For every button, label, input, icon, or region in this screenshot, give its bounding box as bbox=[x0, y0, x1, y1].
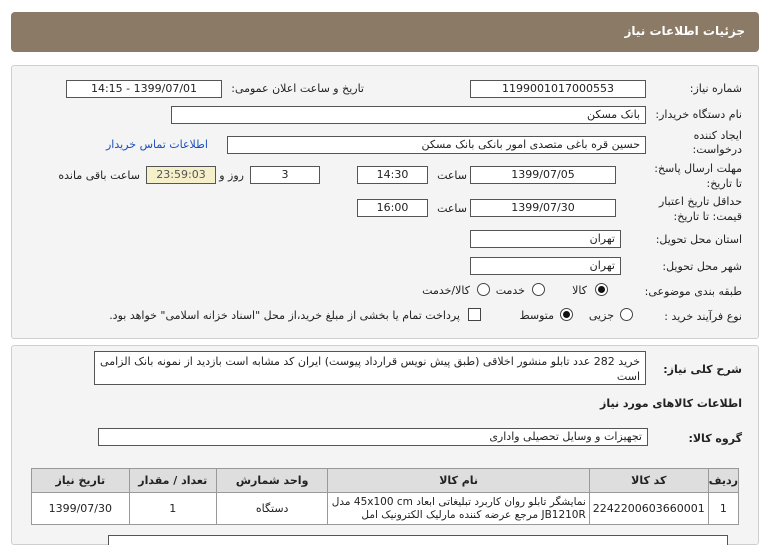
col-date: تاریخ نیاز bbox=[31, 468, 130, 493]
validity-time-label: ساعت bbox=[437, 202, 467, 215]
province-field: تهران bbox=[470, 230, 621, 248]
category-goods-radio[interactable] bbox=[595, 283, 608, 296]
category-service-radio[interactable] bbox=[532, 283, 545, 296]
page-title: جزئیات اطلاعات نیاز bbox=[624, 24, 745, 38]
category-goods-service-radio[interactable] bbox=[477, 283, 490, 296]
goods-group-label: گروه کالا: bbox=[688, 432, 742, 445]
reply-time-field: 14:30 bbox=[357, 166, 428, 184]
cell-name: نمایشگر تابلو روان کاربرد تبلیغاتی ابعاد… bbox=[327, 492, 590, 525]
remaining-time-field: 23:59:03 bbox=[146, 166, 216, 184]
goods-section-title: اطلاعات کالاهای مورد نیاز bbox=[600, 397, 742, 410]
creator-label: ایجاد کننده bbox=[693, 129, 742, 142]
col-name: نام کالا bbox=[327, 468, 590, 493]
days-field: 3 bbox=[250, 166, 320, 184]
attachments-box bbox=[108, 535, 728, 545]
price-validity-label: حداقل تاریخ اعتبار bbox=[658, 195, 742, 208]
creator-label-2: درخواست: bbox=[692, 143, 742, 156]
purchase-type-label: نوع فرآیند خرید : bbox=[664, 310, 742, 323]
reply-deadline-label: مهلت ارسال پاسخ: bbox=[654, 162, 742, 175]
purchase-medium-label: متوسط bbox=[519, 309, 554, 322]
description-field: خرید 282 عدد تابلو منشور اخلاقی (طبق پیش… bbox=[94, 351, 646, 385]
reply-time-label: ساعت bbox=[437, 169, 467, 182]
cell-code: 2242200603660001 bbox=[588, 492, 709, 525]
reply-deadline-label-2: تا تاریخ: bbox=[706, 177, 742, 190]
validity-date-field: 1399/07/30 bbox=[470, 199, 616, 217]
purchase-medium-radio[interactable] bbox=[560, 308, 573, 321]
announce-date-label: تاریخ و ساعت اعلان عمومی: bbox=[231, 82, 364, 95]
remaining-time-label: ساعت باقی مانده bbox=[58, 169, 140, 182]
cell-row: 1 bbox=[707, 492, 740, 525]
goods-table: ردیف کد کالا نام کالا واحد شمارش تعداد /… bbox=[31, 468, 740, 525]
province-label: استان محل تحویل: bbox=[655, 233, 742, 246]
validity-time-field: 16:00 bbox=[357, 199, 428, 217]
goods-table-header: ردیف کد کالا نام کالا واحد شمارش تعداد /… bbox=[31, 468, 740, 493]
cell-qty: 1 bbox=[128, 492, 217, 525]
purchase-minor-label: جزیی bbox=[588, 309, 614, 322]
cell-date: 1399/07/30 bbox=[31, 492, 130, 525]
col-row: ردیف bbox=[707, 468, 740, 493]
category-goods-service-label: کالا/خدمت bbox=[422, 284, 470, 297]
page-header: جزئیات اطلاعات نیاز bbox=[11, 12, 759, 52]
col-unit: واحد شمارش bbox=[215, 468, 329, 493]
description-label: شرح کلی نیاز: bbox=[663, 363, 742, 376]
category-label: طبقه بندی موضوعی: bbox=[644, 285, 742, 298]
purchase-minor-radio[interactable] bbox=[620, 308, 633, 321]
cell-unit: دستگاه bbox=[215, 492, 329, 525]
treasury-payment-checkbox[interactable] bbox=[468, 308, 481, 321]
buyer-field: بانک مسکن bbox=[171, 106, 646, 124]
col-code: کد کالا bbox=[588, 468, 709, 493]
need-number-label: شماره نیاز: bbox=[689, 82, 742, 95]
table-row: 1 2242200603660001 نمایشگر تابلو روان کا… bbox=[31, 492, 740, 525]
category-goods-label: کالا bbox=[572, 284, 587, 297]
category-service-label: خدمت bbox=[495, 284, 525, 297]
creator-field: حسین قره باغی متصدی امور بانکی بانک مسکن bbox=[227, 136, 646, 154]
col-qty: تعداد / مقدار bbox=[128, 468, 217, 493]
goods-group-field: تجهیزات و وسایل تحصیلی واداری bbox=[98, 428, 648, 446]
buyer-label: نام دستگاه خریدار: bbox=[655, 108, 742, 121]
reply-date-field: 1399/07/05 bbox=[470, 166, 616, 184]
treasury-payment-note: پرداخت تمام یا بخشی از مبلغ خرید،از محل … bbox=[109, 309, 460, 322]
announce-date-field: 1399/07/01 - 14:15 bbox=[66, 80, 222, 98]
days-label: روز و bbox=[219, 169, 244, 182]
price-validity-label-2: قیمت: تا تاریخ: bbox=[673, 210, 742, 223]
buyer-contact-link[interactable]: اطلاعات تماس خریدار bbox=[106, 138, 208, 151]
need-number-field: 1199001017000553 bbox=[470, 80, 646, 98]
city-label: شهر محل تحویل: bbox=[662, 260, 742, 273]
city-field: تهران bbox=[470, 257, 621, 275]
